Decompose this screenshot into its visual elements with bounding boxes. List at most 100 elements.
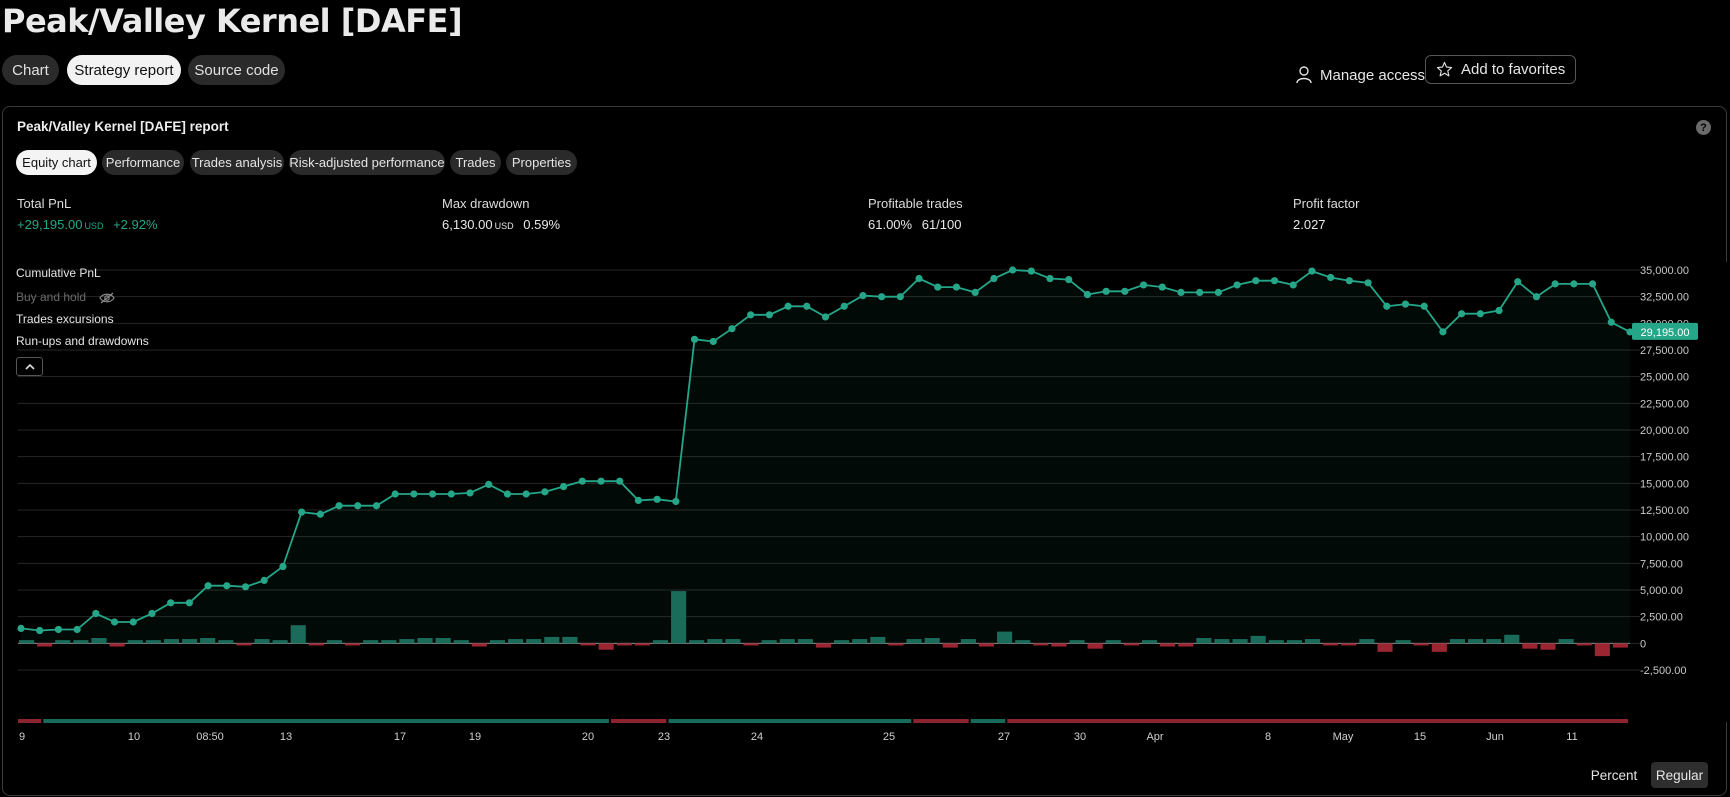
trade-bar bbox=[1612, 643, 1628, 648]
trade-bar bbox=[997, 631, 1013, 644]
y-tick-label: 27,500.00 bbox=[1640, 345, 1689, 357]
equity-point bbox=[1495, 306, 1503, 315]
equity-point bbox=[429, 490, 437, 498]
trade-bar bbox=[435, 638, 451, 644]
equity-point bbox=[1177, 288, 1185, 296]
trade-bar bbox=[182, 639, 198, 644]
legend-buy-and-hold[interactable]: Buy and hold bbox=[16, 290, 116, 304]
trade-bar bbox=[888, 643, 904, 646]
trade-bar bbox=[1522, 643, 1538, 649]
equity-point bbox=[1008, 266, 1017, 274]
x-tick-label: Apr bbox=[1146, 731, 1163, 743]
trade-bar bbox=[1341, 643, 1357, 646]
trade-bar bbox=[1178, 643, 1194, 647]
trade-bar bbox=[453, 640, 469, 644]
equity-point bbox=[1364, 279, 1372, 287]
equity-point bbox=[578, 477, 586, 485]
trade-bar bbox=[145, 640, 161, 644]
equity-point bbox=[1588, 280, 1597, 288]
equity-point bbox=[410, 490, 418, 498]
y-tick-label: 7,500.00 bbox=[1640, 558, 1683, 570]
equity-point bbox=[709, 337, 717, 346]
trade-bar bbox=[1268, 640, 1284, 644]
trade-bar bbox=[163, 639, 180, 644]
trade-bar bbox=[19, 640, 35, 644]
trade-bar bbox=[779, 639, 795, 644]
trade-bar bbox=[218, 640, 234, 644]
trade-bar bbox=[834, 640, 850, 644]
trade-bar bbox=[616, 643, 632, 646]
equity-point bbox=[971, 288, 979, 296]
trade-bar bbox=[671, 591, 687, 644]
equity-point bbox=[260, 576, 268, 585]
equity-point bbox=[747, 311, 755, 319]
equity-point bbox=[1327, 273, 1335, 282]
equity-point bbox=[1139, 281, 1148, 289]
trade-strip-segment bbox=[610, 719, 667, 723]
x-tick-label: 23 bbox=[658, 731, 670, 743]
equity-point bbox=[148, 609, 156, 618]
trade-bar bbox=[1069, 640, 1085, 644]
x-tick-label: 15 bbox=[1414, 731, 1426, 743]
regular-button[interactable]: Regular bbox=[1651, 762, 1708, 788]
x-tick-label: 8 bbox=[1265, 731, 1271, 743]
trade-strip-segment bbox=[970, 719, 1006, 723]
equity-point bbox=[1289, 281, 1297, 289]
x-tick-label: 24 bbox=[751, 731, 763, 743]
trade-bar bbox=[1250, 635, 1266, 644]
trade-bar bbox=[345, 643, 361, 646]
legend-trades-excursions[interactable]: Trades excursions bbox=[16, 312, 114, 326]
collapse-legend-button[interactable] bbox=[16, 357, 43, 376]
y-tick-label: 5,000.00 bbox=[1640, 585, 1683, 597]
equity-point bbox=[354, 502, 362, 510]
equity-point bbox=[803, 302, 811, 310]
equity-point bbox=[335, 502, 343, 510]
trade-bar bbox=[381, 640, 397, 644]
trade-bar bbox=[526, 639, 542, 644]
trade-bar bbox=[326, 640, 343, 644]
last-value-label: 29,195.00 bbox=[1641, 327, 1690, 339]
equity-chart[interactable]: 35,000.0032,500.0030,000.0027,500.0025,0… bbox=[0, 0, 1730, 797]
equity-point bbox=[990, 274, 998, 283]
trade-bar bbox=[1594, 643, 1610, 657]
x-tick-label: 30 bbox=[1074, 731, 1086, 743]
equity-point bbox=[541, 488, 549, 496]
trade-bar bbox=[1033, 643, 1049, 646]
y-tick-label: 15,000.00 bbox=[1640, 478, 1689, 490]
y-tick-label: 10,000.00 bbox=[1640, 532, 1689, 544]
trade-bar bbox=[489, 640, 506, 644]
percent-button[interactable]: Percent bbox=[1586, 762, 1642, 788]
trade-bar bbox=[254, 639, 270, 644]
trade-bar bbox=[363, 640, 379, 644]
legend-cumulative-pnl[interactable]: Cumulative PnL bbox=[16, 266, 101, 280]
equity-point bbox=[690, 335, 699, 343]
equity-point bbox=[1383, 302, 1391, 310]
equity-point bbox=[653, 495, 661, 503]
trade-bar bbox=[797, 639, 813, 644]
equity-point bbox=[1420, 302, 1428, 310]
equity-point bbox=[1233, 281, 1241, 289]
trade-bar bbox=[978, 643, 995, 647]
legend-run-ups-and-drawdowns[interactable]: Run-ups and drawdowns bbox=[16, 334, 149, 348]
equity-point bbox=[878, 293, 886, 301]
equity-point bbox=[1158, 283, 1166, 291]
trade-bar bbox=[924, 638, 940, 644]
x-tick-label: 08:50 bbox=[196, 731, 224, 743]
equity-point bbox=[1345, 277, 1353, 285]
equity-point bbox=[1027, 267, 1035, 275]
y-tick-label: 0 bbox=[1640, 638, 1646, 650]
equity-point bbox=[616, 477, 624, 485]
trade-bar bbox=[942, 643, 958, 648]
equity-point bbox=[896, 293, 904, 301]
trade-bar bbox=[906, 639, 922, 644]
trade-bar bbox=[852, 639, 868, 644]
trade-bar bbox=[399, 639, 415, 644]
trade-bar bbox=[471, 643, 487, 647]
trade-bar bbox=[1576, 643, 1592, 646]
trade-bar bbox=[1558, 639, 1574, 644]
trade-strip-segment bbox=[18, 719, 42, 723]
trade-bar bbox=[689, 640, 705, 644]
equity-point bbox=[298, 508, 306, 516]
trade-bar bbox=[1015, 640, 1031, 644]
trade-bar bbox=[109, 643, 125, 647]
